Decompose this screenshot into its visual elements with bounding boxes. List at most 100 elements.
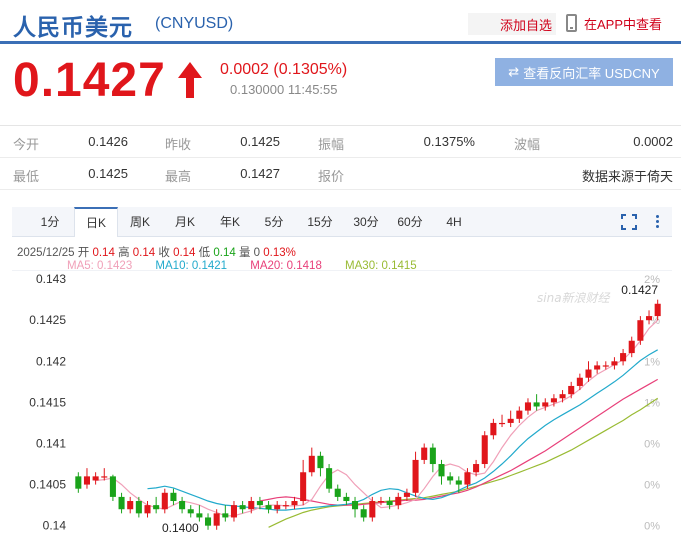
- stat-value-open: 0.1426: [88, 134, 128, 149]
- candle-body: [308, 455, 315, 473]
- stats-row-2: 最低 0.1425 最高 0.1427 报价 数据来源于倚天: [0, 158, 681, 190]
- candle-body: [334, 488, 341, 497]
- right-tick-label: 0%: [644, 521, 660, 533]
- page-title: 人民币美元: [13, 15, 133, 41]
- y-tick-label: 0.14: [43, 519, 67, 533]
- ohlc-high: 0.14: [132, 247, 156, 259]
- right-tick-label: 0%: [644, 438, 660, 450]
- candle-body: [481, 435, 488, 465]
- candle-body: [490, 422, 497, 436]
- header: 人民币美元 (CNYUSD) 添加自选 在APP中查看: [0, 0, 681, 44]
- candle-body: [239, 505, 246, 510]
- watermark-logo: sina新浪财经: [537, 291, 612, 305]
- stat-label-low: 最低: [13, 169, 40, 184]
- candle-body: [222, 513, 229, 518]
- tab-4h[interactable]: 4H: [436, 207, 472, 237]
- candle-body: [594, 365, 601, 370]
- candle-body: [395, 496, 402, 506]
- tab-daily-k[interactable]: 日K: [74, 207, 118, 237]
- tab-weekly-k[interactable]: 周K: [122, 207, 158, 237]
- tab-yearly-k[interactable]: 年K: [212, 207, 248, 237]
- right-tick-label: 1%: [644, 356, 660, 368]
- stat-label-open: 今开: [13, 137, 40, 152]
- reverse-rate-button[interactable]: ⇄ 查看反向汇率 USDCNY: [495, 58, 673, 86]
- stat-value-low: 0.1425: [88, 166, 128, 181]
- add-favorite-button[interactable]: 添加自选: [468, 13, 556, 35]
- price-change: 0.0002 (0.1305%): [220, 61, 348, 78]
- prev-value: 0.130000: [230, 82, 285, 97]
- candle-body: [637, 320, 644, 341]
- candle-body: [265, 505, 272, 510]
- fullscreen-icon[interactable]: [621, 214, 637, 230]
- tab-30min[interactable]: 30分: [348, 207, 384, 237]
- tab-monthly-k[interactable]: 月K: [167, 207, 203, 237]
- candle-body: [326, 468, 333, 489]
- candle-body: [628, 340, 635, 354]
- candle-body: [282, 505, 289, 507]
- view-in-app-label: 在APP中查看: [584, 16, 663, 32]
- right-tick-label: 0%: [644, 480, 660, 492]
- candle-body: [161, 492, 168, 510]
- candle-body: [118, 496, 125, 510]
- right-tick-label: 1%: [644, 397, 660, 409]
- candle-body: [170, 492, 177, 502]
- candle-body: [611, 361, 618, 366]
- candle-body: [524, 402, 531, 411]
- candle-body: [205, 517, 212, 526]
- add-favorite-label: 添加自选: [499, 18, 552, 33]
- candle-body: [360, 509, 367, 518]
- candle-body: [377, 501, 384, 503]
- ma10-line: [147, 349, 658, 511]
- candle-body: [585, 369, 592, 378]
- candle-body: [412, 459, 419, 493]
- phone-icon: [566, 14, 577, 32]
- candle-body: [179, 501, 186, 510]
- ohlc-date: 2025/12/25: [17, 247, 75, 259]
- candle-body: [464, 472, 471, 485]
- ohlc-close: 0.14: [173, 247, 196, 259]
- tab-60min[interactable]: 60分: [392, 207, 428, 237]
- tab-5min[interactable]: 5分: [256, 207, 292, 237]
- candle-body: [602, 365, 609, 367]
- stat-label-high: 最高: [165, 169, 192, 184]
- symbol-code: (CNYUSD): [155, 15, 234, 32]
- candlestick-chart[interactable]: 0.143 2%0.1425 %0.142 1%0.1415 1%0.141 0%0.14…: [12, 270, 672, 543]
- candle-body: [300, 472, 307, 502]
- arrow-up-icon: [178, 62, 202, 98]
- ohlc-vol-label: 量: [238, 247, 251, 259]
- candle-body: [646, 316, 653, 321]
- candle-body: [248, 501, 255, 510]
- y-tick-label: 0.1425: [29, 313, 66, 327]
- ohlc-close-label: 收: [158, 247, 170, 259]
- swap-arrows-icon: ⇄: [508, 64, 520, 79]
- tab-1min[interactable]: 1分: [32, 207, 68, 237]
- candle-body: [369, 501, 376, 518]
- candle-body: [153, 505, 160, 510]
- candle-body: [101, 476, 108, 478]
- candle-body: [317, 455, 324, 469]
- stat-value-amplitude: 0.1375%: [423, 134, 475, 149]
- candle-body: [421, 447, 428, 460]
- stat-label-amplitude: 振幅: [318, 137, 345, 152]
- ohlc-pct: 0.13%: [263, 247, 296, 259]
- candle-body: [109, 476, 116, 497]
- chart-tabs: 1分 日K 周K 月K 年K 5分 15分 30分 60分 4H: [12, 207, 672, 237]
- tab-15min[interactable]: 15分: [302, 207, 338, 237]
- view-in-app-link[interactable]: 在APP中查看: [566, 12, 662, 34]
- current-price: 0.1427: [13, 54, 166, 107]
- more-options-icon[interactable]: [652, 213, 662, 231]
- candle-body: [213, 513, 220, 526]
- candle-body: [499, 422, 506, 425]
- stat-value-volatility: 0.0002: [633, 134, 673, 149]
- candle-body: [559, 394, 566, 399]
- candle-body: [291, 501, 298, 506]
- candle-body: [256, 501, 263, 506]
- ohlc-open: 0.14: [92, 247, 115, 259]
- candle-body: [429, 447, 436, 465]
- candle-body: [568, 385, 575, 395]
- candle-body: [542, 402, 549, 407]
- ma30-line: [268, 397, 659, 528]
- candle-body: [352, 501, 359, 510]
- reverse-rate-label: 查看反向汇率 USDCNY: [523, 65, 660, 81]
- y-tick-label: 0.1415: [29, 395, 66, 409]
